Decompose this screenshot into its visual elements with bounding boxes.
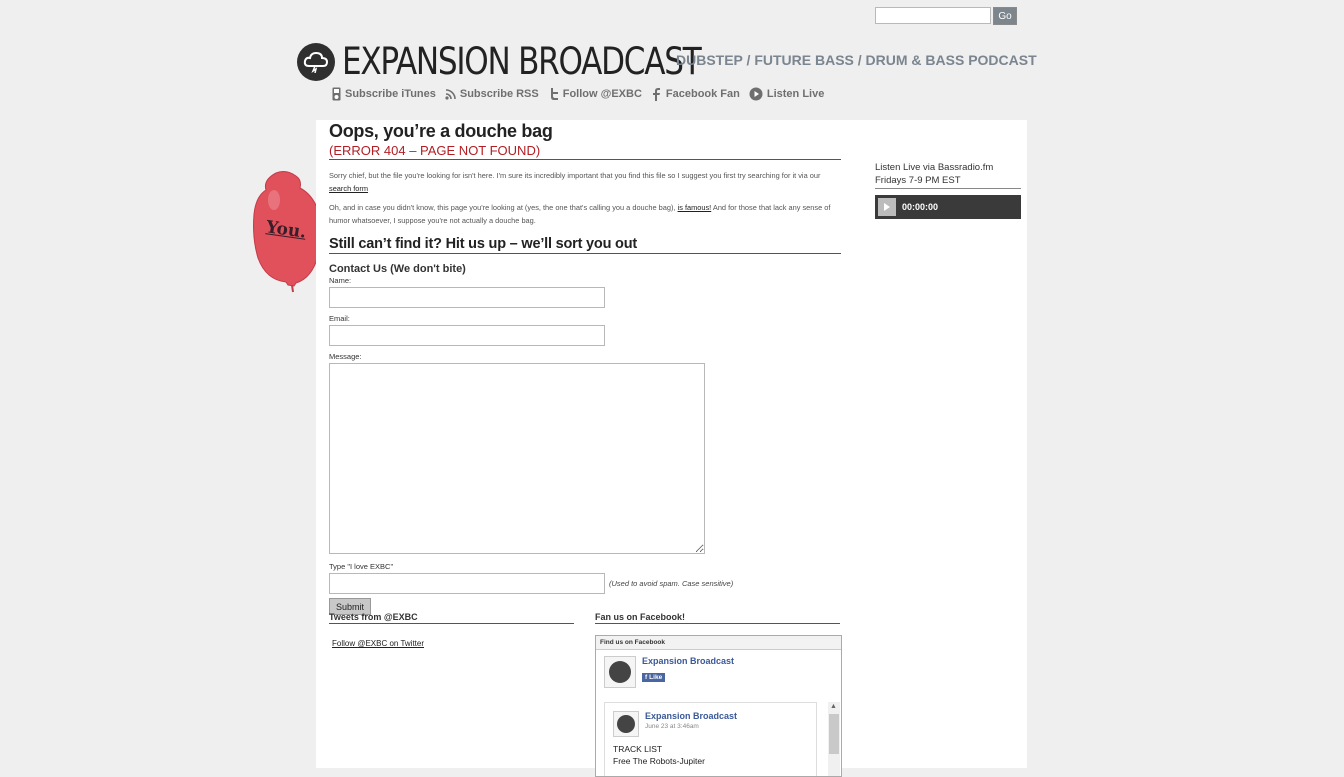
spam-note: (Used to avoid spam. Case sensitive) xyxy=(609,579,734,588)
play-circle-icon xyxy=(749,87,764,101)
logo-wordmark: EXPANSION BROADCAST xyxy=(342,40,702,83)
tweets-heading: Tweets from @EXBC xyxy=(329,612,574,624)
email-field[interactable] xyxy=(329,325,605,346)
ipod-icon xyxy=(330,87,342,101)
site-tagline: DUBSTEP / FUTURE BASS / DRUM & BASS PODC… xyxy=(676,52,1037,68)
is-famous-link[interactable]: is famous! xyxy=(678,203,712,212)
you-balloon: You. xyxy=(250,170,322,295)
nav-label: Listen Live xyxy=(766,88,825,100)
header-nav: Subscribe iTunes Subscribe RSS Follow @E… xyxy=(330,87,824,101)
post-author[interactable]: Expansion Broadcast xyxy=(645,711,737,721)
email-label: Email: xyxy=(329,314,350,323)
facebook-icon xyxy=(651,87,663,101)
rss-icon xyxy=(445,87,457,101)
spam-label: Type "I love EXBC" xyxy=(329,562,394,571)
nav-listen-live[interactable]: Listen Live xyxy=(749,87,824,101)
contact-form-title: Contact Us (We don't bite) xyxy=(329,263,466,275)
scroll-up-icon[interactable]: ▲ xyxy=(830,703,837,710)
facebook-like-button[interactable]: f Like xyxy=(642,673,666,682)
page-title: Oops, you’re a douche bag xyxy=(329,121,553,141)
sidebar: Listen Live via Bassradio.fm Fridays 7-9… xyxy=(875,161,1021,219)
nav-facebook-fan[interactable]: Facebook Fan xyxy=(651,87,740,101)
name-label: Name: xyxy=(329,276,352,285)
play-button[interactable] xyxy=(878,198,896,216)
spam-row: (Used to avoid spam. Case sensitive) xyxy=(329,573,841,594)
nav-label: Subscribe RSS xyxy=(459,88,539,100)
play-icon xyxy=(884,203,890,211)
nav-subscribe-itunes[interactable]: Subscribe iTunes xyxy=(330,87,436,101)
player-time: 00:00:00 xyxy=(902,202,939,212)
error-subtitle: (ERROR 404 – PAGE NOT FOUND) xyxy=(329,143,841,160)
twitter-icon xyxy=(548,87,560,101)
search-input[interactable] xyxy=(875,7,991,24)
facebook-heading: Fan us on Facebook! xyxy=(595,612,840,624)
search-go-button[interactable]: Go xyxy=(993,7,1017,25)
nav-follow-twitter[interactable]: Follow @EXBC xyxy=(548,87,642,101)
facebook-widget-title: Find us on Facebook xyxy=(596,636,841,650)
message-label: Message: xyxy=(329,352,362,361)
nav-label: Facebook Fan xyxy=(665,88,740,100)
post-avatar[interactable] xyxy=(613,711,639,737)
facebook-icon: f xyxy=(645,674,648,681)
main-column: Oops, you’re a douche bag (ERROR 404 – P… xyxy=(329,120,841,615)
nav-subscribe-rss[interactable]: Subscribe RSS xyxy=(445,87,539,101)
scroll-thumb[interactable] xyxy=(829,714,839,754)
name-field[interactable] xyxy=(329,287,605,308)
facebook-widget: Find us on Facebook Expansion Broadcast … xyxy=(595,635,842,777)
listen-live-title: Listen Live via Bassradio.fm Fridays 7-9… xyxy=(875,161,1021,189)
message-field[interactable] xyxy=(329,363,705,554)
site-search: Go xyxy=(875,7,1017,25)
famous-paragraph: Oh, and in case you didn't know, this pa… xyxy=(329,203,831,225)
post-text: TRACK LIST Free The Robots-Jupiter xyxy=(613,744,705,766)
page-avatar[interactable] xyxy=(604,656,636,688)
follow-twitter-link[interactable]: Follow @EXBC on Twitter xyxy=(332,639,424,648)
contact-heading: Still can’t find it? Hit us up – we’ll s… xyxy=(329,236,841,254)
contact-form: Name: Email: Message: Type "I love EXBC"… xyxy=(329,276,841,615)
intro-paragraph: Sorry chief, but the file you're looking… xyxy=(329,171,821,193)
search-form-link[interactable]: search form xyxy=(329,184,368,193)
facebook-post: Expansion Broadcast June 23 at 3:46am TR… xyxy=(604,702,817,776)
audio-player: 00:00:00 xyxy=(875,195,1021,219)
post-date: June 23 at 3:46am xyxy=(645,723,699,730)
nav-label: Follow @EXBC xyxy=(562,88,642,100)
nav-label: Subscribe iTunes xyxy=(345,88,436,100)
facebook-scrollbar[interactable]: ▲ xyxy=(828,702,840,776)
cloud-logo-icon xyxy=(297,42,335,81)
facebook-page-card: Expansion Broadcast f Like xyxy=(596,650,841,694)
facebook-page-name[interactable]: Expansion Broadcast xyxy=(642,656,734,666)
spam-check-field[interactable] xyxy=(329,573,605,594)
